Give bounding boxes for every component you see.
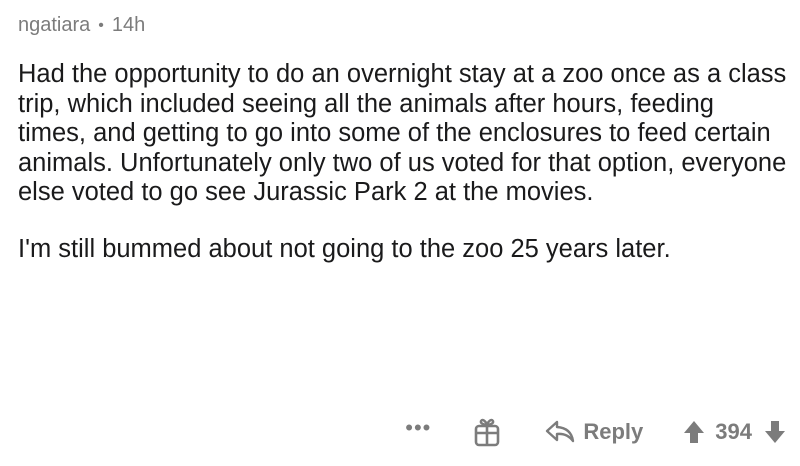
gift-icon[interactable] [473,417,501,447]
comment-paragraph: Had the opportunity to do an overnight s… [18,60,787,206]
upvote-arrow-icon[interactable] [683,420,705,444]
vote-controls: 394 [683,419,786,445]
author-name[interactable]: ngatiara [18,14,90,37]
more-options-button[interactable]: ••• [405,417,431,439]
comment-actions: ••• Reply 394 [405,412,786,452]
reply-label: Reply [583,419,644,444]
downvote-arrow-icon[interactable] [764,420,786,444]
comment: ngatiara • 14h Had the opportunity to do… [0,0,800,466]
vote-count: 394 [715,419,752,444]
comment-body: Had the opportunity to do an overnight s… [18,60,788,264]
reply-button[interactable]: Reply [545,419,643,445]
comment-meta: ngatiara • 14h [18,14,145,37]
reply-arrow-icon [546,420,575,443]
meta-separator: • [98,16,104,34]
comment-paragraph: I'm still bummed about not going to the … [18,234,671,263]
comment-timestamp[interactable]: 14h [112,14,145,37]
